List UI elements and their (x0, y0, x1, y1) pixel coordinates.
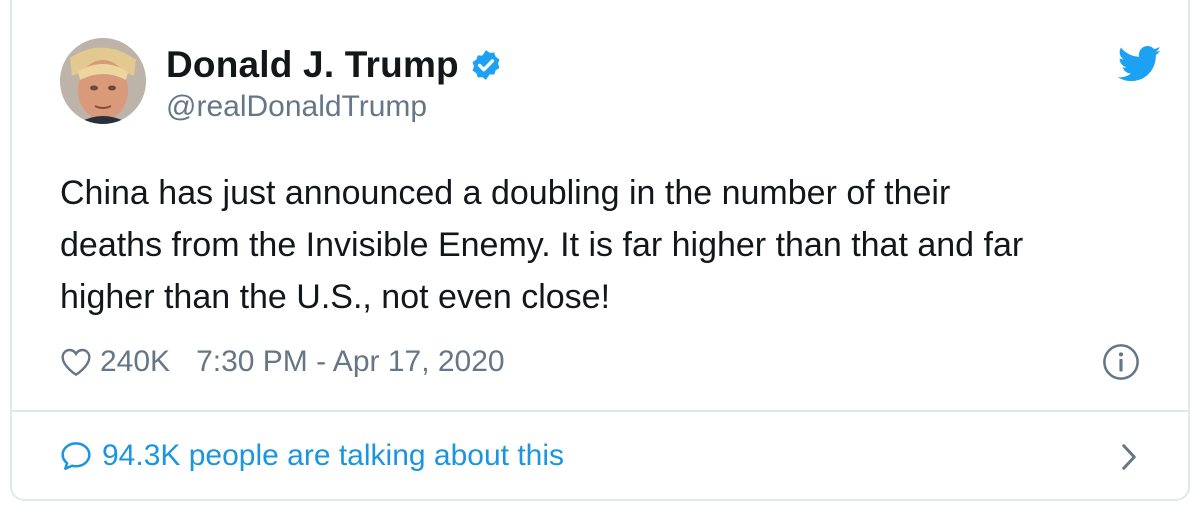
twitter-bird-icon[interactable] (1118, 46, 1162, 82)
avatar-image (60, 38, 146, 124)
author-handle[interactable]: @realDonaldTrump (166, 90, 427, 124)
tweet-meta: 240K 7:30 PM - Apr 17, 2020 (60, 340, 1170, 384)
author-name-row: Donald J. Trump (166, 44, 503, 86)
author-name[interactable]: Donald J. Trump (166, 44, 459, 86)
timestamp[interactable]: 7:30 PM - Apr 17, 2020 (196, 345, 505, 379)
tweet-text-line: higher than the U.S., not even close! (60, 278, 611, 316)
info-icon[interactable] (1102, 343, 1140, 381)
avatar[interactable] (60, 38, 146, 124)
speech-bubble-icon (61, 442, 91, 470)
verified-badge-icon (472, 50, 500, 80)
tweet-text-line: China has just announced a doubling in t… (60, 174, 951, 212)
like-count[interactable]: 240K (100, 345, 170, 379)
conversation-link[interactable]: 94.3K people are talking about this (60, 432, 1170, 480)
chevron-right-icon[interactable] (1118, 442, 1140, 472)
tweet-card[interactable]: Donald J. Trump @realDonaldTrump China h… (10, 0, 1190, 501)
tweet-text-line: deaths from the Invisible Enemy. It is f… (60, 226, 1024, 264)
tweet-text: China has just announced a doubling in t… (60, 167, 1170, 323)
heart-icon[interactable] (60, 347, 92, 377)
conversation-count-text[interactable]: 94.3K people are talking about this (102, 439, 564, 473)
divider (12, 410, 1188, 412)
tweet-header: Donald J. Trump @realDonaldTrump (60, 38, 1170, 128)
